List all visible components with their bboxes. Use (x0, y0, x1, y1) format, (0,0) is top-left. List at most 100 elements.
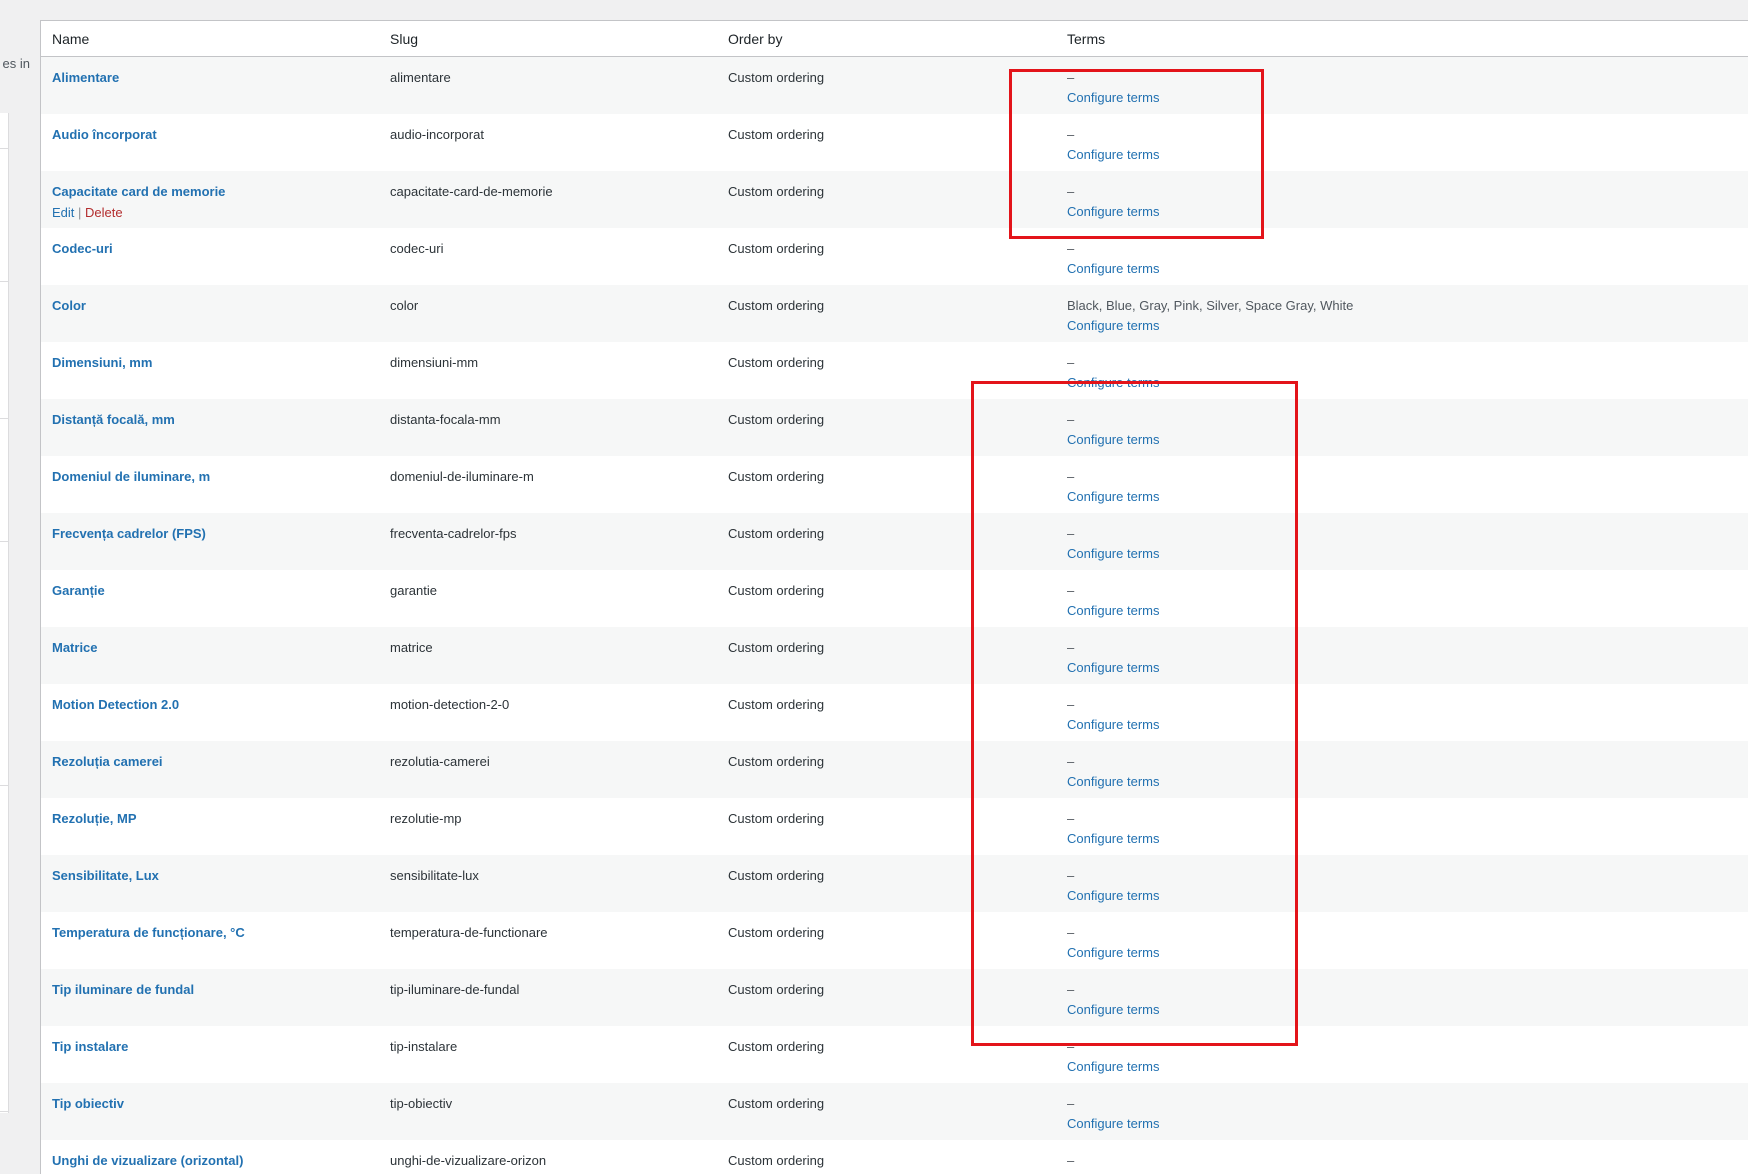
terms-list: – (1067, 980, 1748, 1000)
cell-order-by: Custom ordering (717, 228, 1056, 285)
cell-slug: tip-obiectiv (379, 1083, 717, 1140)
cell-name: Rezoluție, MP (41, 798, 379, 855)
configure-terms-link[interactable]: Configure terms (1067, 145, 1159, 165)
cell-name: Audio încorporat (41, 114, 379, 171)
cell-terms: –Configure terms (1056, 342, 1748, 399)
cell-order-by: Custom ordering (717, 627, 1056, 684)
configure-terms-link[interactable]: Configure terms (1067, 601, 1159, 621)
table-row: Motion Detection 2.0motion-detection-2-0… (41, 684, 1748, 741)
attribute-name-link[interactable]: Dimensiuni, mm (52, 355, 152, 370)
cell-terms: –Configure terms (1056, 912, 1748, 969)
configure-terms-link[interactable]: Configure terms (1067, 316, 1159, 336)
cell-name: Alimentare (41, 57, 379, 114)
cell-terms: –Configure terms (1056, 741, 1748, 798)
cell-name: Tip instalare (41, 1026, 379, 1083)
attribute-name-link[interactable]: Codec-uri (52, 241, 113, 256)
configure-terms-link[interactable]: Configure terms (1067, 544, 1159, 564)
configure-terms-link[interactable]: Configure terms (1067, 658, 1159, 678)
cell-name: Codec-uri (41, 228, 379, 285)
cell-slug: unghi-de-vizualizare-orizon (379, 1140, 717, 1174)
row-actions: Edit | Delete (52, 203, 379, 223)
column-header-order-by[interactable]: Order by (717, 21, 1056, 57)
cell-terms: –Configure terms (1056, 171, 1748, 228)
cell-slug: matrice (379, 627, 717, 684)
configure-terms-link[interactable]: Configure terms (1067, 772, 1159, 792)
table-row: Unghi de vizualizare (orizontal) unghi-de… (41, 1140, 1748, 1174)
configure-terms-link[interactable]: Configure terms (1067, 259, 1159, 279)
cell-terms: –Configure terms (1056, 1140, 1748, 1174)
column-header-name[interactable]: Name (41, 21, 379, 57)
cell-order-by: Custom ordering (717, 57, 1056, 114)
cell-slug: rezolutia-camerei (379, 741, 717, 798)
configure-terms-link[interactable]: Configure terms (1067, 715, 1159, 735)
configure-terms-link[interactable]: Configure terms (1067, 886, 1159, 906)
cell-order-by: Custom ordering (717, 1140, 1056, 1174)
cell-name: Tip iluminare de fundal (41, 969, 379, 1026)
configure-terms-link[interactable]: Configure terms (1067, 1114, 1159, 1134)
terms-list: – (1067, 1037, 1748, 1057)
cell-order-by: Custom ordering (717, 741, 1056, 798)
attributes-table-container: Name Slug Order by Terms Alimentarealime… (40, 20, 1748, 1174)
attribute-name-link[interactable]: Garanție (52, 583, 105, 598)
terms-list: – (1067, 125, 1748, 145)
table-row: Rezoluția camerei rezolutia-camereiCustom… (41, 741, 1748, 798)
cell-terms: –Configure terms (1056, 228, 1748, 285)
configure-terms-link[interactable]: Configure terms (1067, 1000, 1159, 1020)
configure-terms-link[interactable]: Configure terms (1067, 1057, 1159, 1077)
cell-slug: garantie (379, 570, 717, 627)
edit-link[interactable]: Edit (52, 205, 74, 220)
cell-name: Domeniul de iluminare, m (41, 456, 379, 513)
table-row: Sensibilitate, Lux sensibilitate-luxCusto… (41, 855, 1748, 912)
column-header-slug[interactable]: Slug (379, 21, 717, 57)
attribute-name-link[interactable]: Distanță focală, mm (52, 412, 175, 427)
cell-order-by: Custom ordering (717, 969, 1056, 1026)
configure-terms-link[interactable]: Configure terms (1067, 430, 1159, 450)
cell-slug: distanta-focala-mm (379, 399, 717, 456)
cell-order-by: Custom ordering (717, 570, 1056, 627)
cell-order-by: Custom ordering (717, 855, 1056, 912)
cell-slug: sensibilitate-lux (379, 855, 717, 912)
table-row: Temperatura de funcționare, °C temperatur… (41, 912, 1748, 969)
cell-name: Frecvența cadrelor (FPS) (41, 513, 379, 570)
attribute-name-link[interactable]: Frecvența cadrelor (FPS) (52, 526, 206, 541)
attribute-name-link[interactable]: Alimentare (52, 70, 119, 85)
delete-link[interactable]: Delete (85, 205, 123, 220)
attribute-name-link[interactable]: Audio încorporat (52, 127, 157, 142)
configure-terms-link[interactable]: Configure terms (1067, 1171, 1159, 1174)
table-row: Audio încorporataudio-incorporatCustom o… (41, 114, 1748, 171)
cell-slug: temperatura-de-functionare (379, 912, 717, 969)
cell-name: Sensibilitate, Lux (41, 855, 379, 912)
attribute-name-link[interactable]: Tip instalare (52, 1039, 128, 1054)
configure-terms-link[interactable]: Configure terms (1067, 202, 1159, 222)
table-row: Capacitate card de memorieEdit | Deletec… (41, 171, 1748, 228)
attribute-name-link[interactable]: Unghi de vizualizare (orizontal) (52, 1153, 243, 1168)
attribute-name-link[interactable]: Motion Detection 2.0 (52, 697, 179, 712)
cell-name: Distanță focală, mm (41, 399, 379, 456)
cell-order-by: Custom ordering (717, 285, 1056, 342)
configure-terms-link[interactable]: Configure terms (1067, 487, 1159, 507)
attribute-name-link[interactable]: Tip obiectiv (52, 1096, 124, 1111)
attribute-name-link[interactable]: Color (52, 298, 86, 313)
attribute-name-link[interactable]: Capacitate card de memorie (52, 184, 225, 199)
configure-terms-link[interactable]: Configure terms (1067, 829, 1159, 849)
attribute-name-link[interactable]: Matrice (52, 640, 98, 655)
cell-slug: rezolutie-mp (379, 798, 717, 855)
terms-list: – (1067, 581, 1748, 601)
terms-list: Black, Blue, Gray, Pink, Silver, Space G… (1067, 296, 1748, 316)
configure-terms-link[interactable]: Configure terms (1067, 88, 1159, 108)
table-row: Frecvența cadrelor (FPS)frecventa-cadrel… (41, 513, 1748, 570)
attribute-name-link[interactable]: Rezoluția camerei (52, 754, 163, 769)
cell-order-by: Custom ordering (717, 798, 1056, 855)
configure-terms-link[interactable]: Configure terms (1067, 373, 1159, 393)
attribute-name-link[interactable]: Tip iluminare de fundal (52, 982, 194, 997)
attribute-name-link[interactable]: Domeniul de iluminare, m (52, 469, 210, 484)
attribute-name-link[interactable]: Temperatura de funcționare, °C (52, 925, 245, 940)
attribute-name-link[interactable]: Sensibilitate, Lux (52, 868, 159, 883)
attribute-name-link[interactable]: Rezoluție, MP (52, 811, 137, 826)
cell-order-by: Custom ordering (717, 114, 1056, 171)
configure-terms-link[interactable]: Configure terms (1067, 943, 1159, 963)
left-clipped-panel-lower (0, 785, 9, 1112)
table-row: Dimensiuni, mmdimensiuni-mmCustom orderi… (41, 342, 1748, 399)
table-row: Codec-uricodec-uriCustom ordering–Config… (41, 228, 1748, 285)
cell-name: Rezoluția camerei (41, 741, 379, 798)
